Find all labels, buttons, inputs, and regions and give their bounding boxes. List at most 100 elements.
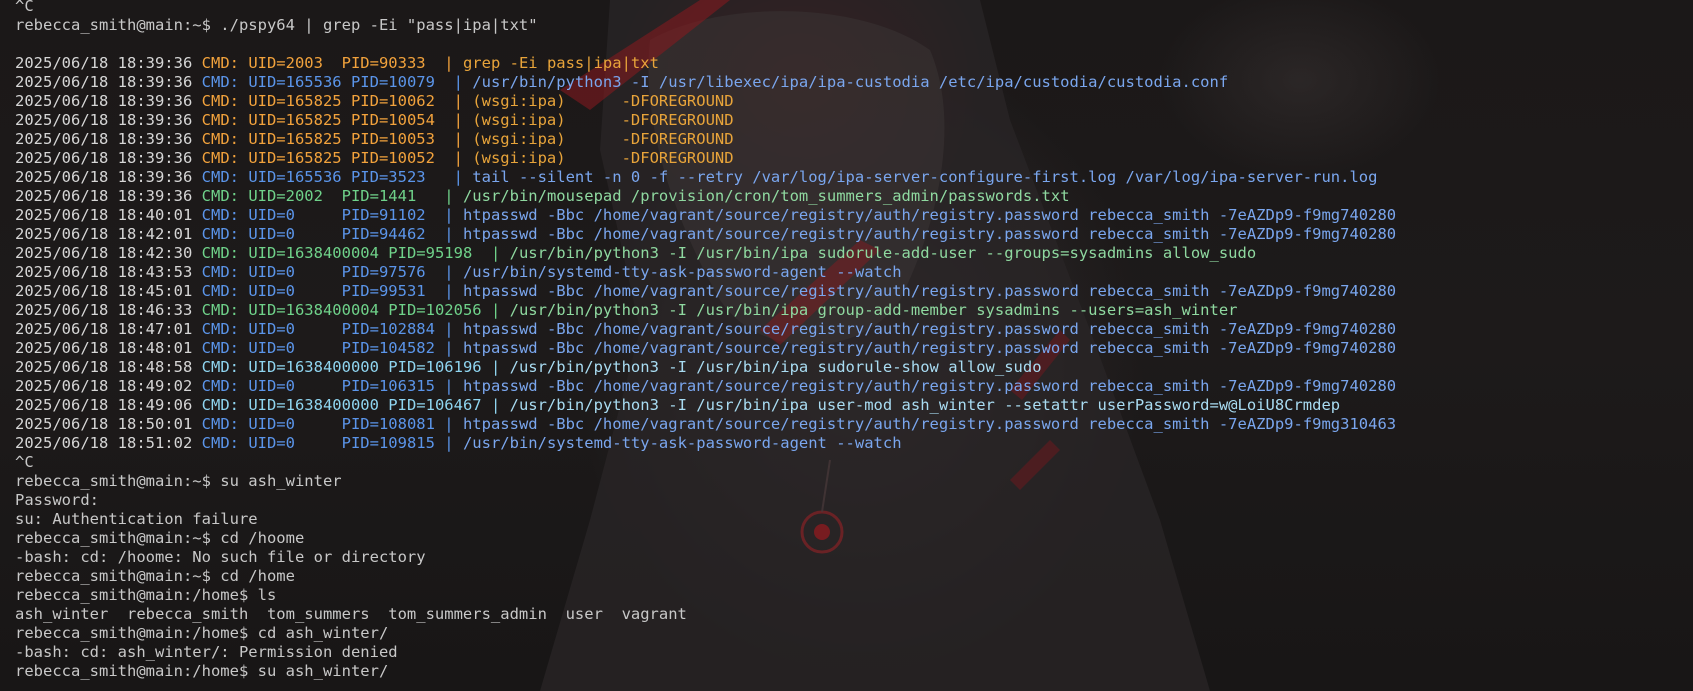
process-command: /usr/bin/python3 -I /usr/bin/ipa sudorul… xyxy=(509,244,1257,262)
terminal-window[interactable]: ^C rebecca_smith@main:~$ ./pspy64 | grep … xyxy=(0,0,1693,691)
process-command: (wsgi:ipa) -DFOREGROUND xyxy=(472,130,734,148)
log-timestamp: 2025/06/18 18:46:33 xyxy=(15,301,193,319)
terminal-line: ash_winter rebecca_smith tom_summers tom… xyxy=(15,605,1396,624)
process-meta: CMD: UID=1638400000 PID=106196 | xyxy=(201,358,510,376)
process-meta: CMD: UID=0 PID=97576 | xyxy=(201,263,463,281)
terminal-line: 2025/06/18 18:49:06 CMD: UID=1638400000 … xyxy=(15,396,1396,415)
process-command: htpasswd -Bbc /home/vagrant/source/regis… xyxy=(462,415,1397,433)
terminal-line: 2025/06/18 18:45:01 CMD: UID=0 PID=99531… xyxy=(15,282,1396,301)
log-timestamp: 2025/06/18 18:39:36 xyxy=(15,54,193,72)
process-meta: CMD: UID=0 PID=108081 | xyxy=(201,415,463,433)
terminal-line-text: ash_winter rebecca_smith tom_summers tom… xyxy=(15,605,687,623)
process-command: /usr/bin/python3 -I /usr/bin/ipa group-a… xyxy=(509,301,1238,319)
terminal-line-text: rebecca_smith@main:/home$ su ash_winter/ xyxy=(15,662,389,680)
terminal-line-text: rebecca_smith@main:/home$ cd ash_winter/ xyxy=(15,624,389,642)
terminal-line-text: rebecca_smith@main:~$ cd /home xyxy=(15,567,295,585)
process-command: /usr/bin/systemd-tty-ask-password-agent … xyxy=(462,434,902,452)
process-command: (wsgi:ipa) -DFOREGROUND xyxy=(472,149,734,167)
terminal-line: rebecca_smith@main:~$ cd /home xyxy=(15,567,1396,586)
process-meta: CMD: UID=165825 PID=10053 | xyxy=(201,130,473,148)
process-meta: CMD: UID=0 PID=99531 | xyxy=(201,282,463,300)
terminal-line: 2025/06/18 18:49:02 CMD: UID=0 PID=10631… xyxy=(15,377,1396,396)
process-command: /usr/bin/python3 -I /usr/bin/ipa sudorul… xyxy=(509,358,1042,376)
log-timestamp: 2025/06/18 18:47:01 xyxy=(15,320,193,338)
terminal-line: -bash: cd: ash_winter/: Permission denie… xyxy=(15,643,1396,662)
process-command: /usr/bin/python3 -I /usr/libexec/ipa/ipa… xyxy=(472,73,1229,91)
terminal-line-text: Password: xyxy=(15,491,99,509)
process-meta: CMD: UID=165825 PID=10054 | xyxy=(201,111,473,129)
log-timestamp: 2025/06/18 18:48:01 xyxy=(15,339,193,357)
process-meta: CMD: UID=0 PID=104582 | xyxy=(201,339,463,357)
terminal-line: 2025/06/18 18:39:36 CMD: UID=165825 PID=… xyxy=(15,130,1396,149)
process-meta: CMD: UID=0 PID=106315 | xyxy=(201,377,463,395)
terminal-line: 2025/06/18 18:39:36 CMD: UID=165825 PID=… xyxy=(15,92,1396,111)
terminal-line: su: Authentication failure xyxy=(15,510,1396,529)
terminal-line: 2025/06/18 18:39:36 CMD: UID=165536 PID=… xyxy=(15,73,1396,92)
process-meta: CMD: UID=165536 PID=3523 | xyxy=(201,168,473,186)
log-timestamp: 2025/06/18 18:39:36 xyxy=(15,149,193,167)
log-timestamp: 2025/06/18 18:39:36 xyxy=(15,111,193,129)
terminal-line: rebecca_smith@main:/home$ su ash_winter/ xyxy=(15,662,1396,681)
terminal-line: rebecca_smith@main:/home$ cd ash_winter/ xyxy=(15,624,1396,643)
terminal-line: 2025/06/18 18:48:58 CMD: UID=1638400000 … xyxy=(15,358,1396,377)
process-meta: CMD: UID=1638400004 PID=95198 | xyxy=(201,244,510,262)
terminal-line: 2025/06/18 18:47:01 CMD: UID=0 PID=10288… xyxy=(15,320,1396,339)
process-meta: CMD: UID=1638400000 PID=106467 | xyxy=(201,396,510,414)
terminal-line-text: rebecca_smith@main:~$ ./pspy64 | grep -E… xyxy=(15,16,538,34)
process-meta: CMD: UID=165825 PID=10062 | xyxy=(201,92,473,110)
process-command: htpasswd -Bbc /home/vagrant/source/regis… xyxy=(462,320,1397,338)
terminal-line: 2025/06/18 18:46:33 CMD: UID=1638400004 … xyxy=(15,301,1396,320)
process-meta: CMD: UID=2002 PID=1441 | xyxy=(201,187,463,205)
terminal-line: ^C xyxy=(15,453,1396,472)
terminal-line: 2025/06/18 18:39:36 CMD: UID=165536 PID=… xyxy=(15,168,1396,187)
terminal-line: -bash: cd: /hoome: No such file or direc… xyxy=(15,548,1396,567)
log-timestamp: 2025/06/18 18:39:36 xyxy=(15,73,193,91)
log-timestamp: 2025/06/18 18:40:01 xyxy=(15,206,193,224)
log-timestamp: 2025/06/18 18:45:01 xyxy=(15,282,193,300)
log-timestamp: 2025/06/18 18:42:30 xyxy=(15,244,193,262)
terminal-line: 2025/06/18 18:40:01 CMD: UID=0 PID=91102… xyxy=(15,206,1396,225)
terminal-line-text: rebecca_smith@main:/home$ ls xyxy=(15,586,277,604)
process-command: htpasswd -Bbc /home/vagrant/source/regis… xyxy=(462,282,1397,300)
terminal-line: rebecca_smith@main:/home$ ls xyxy=(15,586,1396,605)
process-meta: CMD: UID=2003 PID=90333 | xyxy=(201,54,463,72)
process-command: htpasswd -Bbc /home/vagrant/source/regis… xyxy=(462,206,1397,224)
process-command: (wsgi:ipa) -DFOREGROUND xyxy=(472,111,734,129)
terminal-line: ^C xyxy=(15,0,1396,16)
terminal-line: rebecca_smith@main:~$ cd /hoome xyxy=(15,529,1396,548)
log-timestamp: 2025/06/18 18:39:36 xyxy=(15,168,193,186)
log-timestamp: 2025/06/18 18:39:36 xyxy=(15,130,193,148)
terminal-line: Password: xyxy=(15,491,1396,510)
terminal-line: 2025/06/18 18:39:36 CMD: UID=165825 PID=… xyxy=(15,111,1396,130)
terminal-line-text: rebecca_smith@main:~$ cd /hoome xyxy=(15,529,305,547)
process-meta: CMD: UID=165825 PID=10052 | xyxy=(201,149,473,167)
log-timestamp: 2025/06/18 18:50:01 xyxy=(15,415,193,433)
log-timestamp: 2025/06/18 18:49:02 xyxy=(15,377,193,395)
terminal-line-text: -bash: cd: ash_winter/: Permission denie… xyxy=(15,643,398,661)
process-meta: CMD: UID=165536 PID=10079 | xyxy=(201,73,473,91)
terminal-line-text: rebecca_smith@main:~$ su ash_winter xyxy=(15,472,342,490)
process-command: /usr/bin/mousepad /provision/cron/tom_su… xyxy=(462,187,1070,205)
process-command: /usr/bin/systemd-tty-ask-password-agent … xyxy=(462,263,902,281)
process-meta: CMD: UID=0 PID=102884 | xyxy=(201,320,463,338)
terminal-line: 2025/06/18 18:39:36 CMD: UID=2003 PID=90… xyxy=(15,54,1396,73)
process-command: htpasswd -Bbc /home/vagrant/source/regis… xyxy=(462,339,1397,357)
process-command: htpasswd -Bbc /home/vagrant/source/regis… xyxy=(462,225,1397,243)
process-command: tail --silent -n 0 -f --retry /var/log/i… xyxy=(472,168,1378,186)
log-timestamp: 2025/06/18 18:43:53 xyxy=(15,263,193,281)
process-meta: CMD: UID=0 PID=94462 | xyxy=(201,225,463,243)
process-meta: CMD: UID=1638400004 PID=102056 | xyxy=(201,301,510,319)
terminal-line-text: -bash: cd: /hoome: No such file or direc… xyxy=(15,548,426,566)
process-command: /usr/bin/python3 -I /usr/bin/ipa user-mo… xyxy=(509,396,1341,414)
terminal-line: 2025/06/18 18:51:02 CMD: UID=0 PID=10981… xyxy=(15,434,1396,453)
terminal-line: 2025/06/18 18:42:01 CMD: UID=0 PID=94462… xyxy=(15,225,1396,244)
log-timestamp: 2025/06/18 18:39:36 xyxy=(15,92,193,110)
terminal-line: 2025/06/18 18:42:30 CMD: UID=1638400004 … xyxy=(15,244,1396,263)
terminal-line-text: ^C xyxy=(15,453,34,471)
log-timestamp: 2025/06/18 18:51:02 xyxy=(15,434,193,452)
terminal-line: 2025/06/18 18:39:36 CMD: UID=165825 PID=… xyxy=(15,149,1396,168)
terminal-line: 2025/06/18 18:50:01 CMD: UID=0 PID=10808… xyxy=(15,415,1396,434)
process-meta: CMD: UID=0 PID=109815 | xyxy=(201,434,463,452)
process-meta: CMD: UID=0 PID=91102 | xyxy=(201,206,463,224)
